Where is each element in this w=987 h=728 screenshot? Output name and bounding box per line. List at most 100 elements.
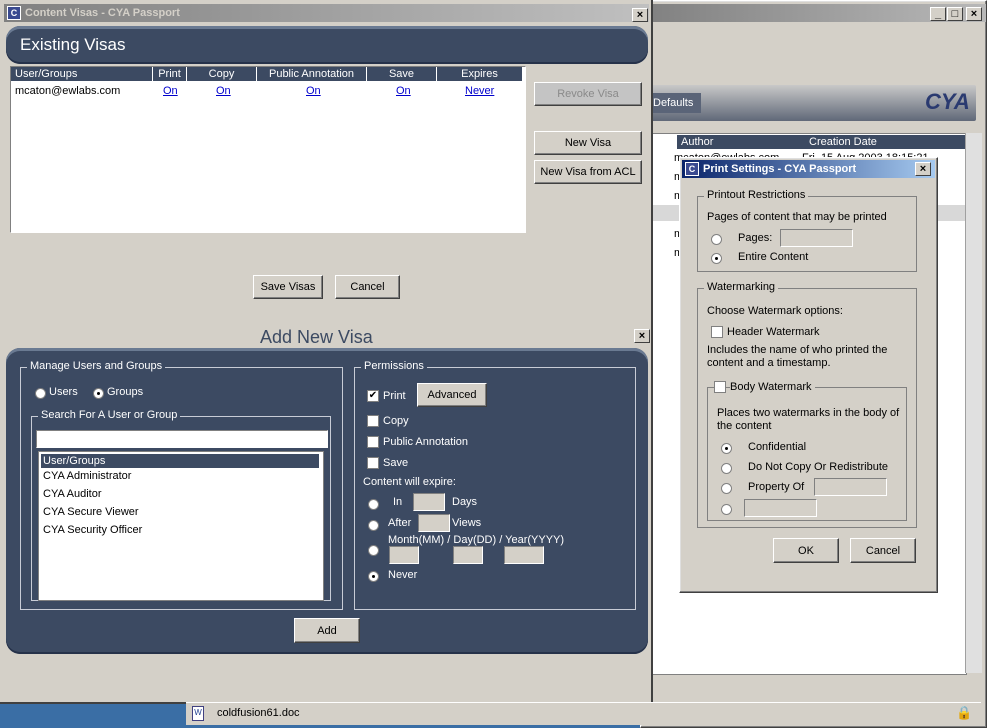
confidential-label: Confidential xyxy=(748,441,807,453)
existing-visas-title: Existing Visas xyxy=(20,35,126,54)
lock-icon: 🔒 xyxy=(956,705,973,720)
col-copy[interactable]: Copy xyxy=(187,67,257,81)
scrollbar[interactable] xyxy=(965,133,982,673)
brand-logo: CYA xyxy=(925,89,970,114)
cell-expires-link[interactable]: Never xyxy=(465,85,494,97)
copy-checkbox[interactable] xyxy=(367,415,379,427)
new-visa-from-acl-button[interactable]: New Visa from ACL xyxy=(534,160,642,184)
custom-watermark-radio[interactable] xyxy=(721,504,732,515)
cancel-button[interactable]: Cancel xyxy=(335,275,400,299)
expire-after-radio[interactable] xyxy=(368,520,379,531)
save-checkbox[interactable] xyxy=(367,457,379,469)
new-visa-button[interactable]: New Visa xyxy=(534,131,642,155)
print-settings-dialog: C Print Settings - CYA Passport × Printo… xyxy=(679,157,938,593)
col-print[interactable]: Print xyxy=(153,67,187,81)
days-label: Days xyxy=(452,496,478,508)
do-not-copy-label: Do Not Copy Or Redistribute xyxy=(748,461,888,473)
status-bar: W coldfusion61.doc 🔒 xyxy=(186,702,981,725)
content-visas-window: C Content Visas - CYA Passport × Existin… xyxy=(0,0,653,704)
days-input[interactable] xyxy=(413,493,445,511)
print-checkbox[interactable]: ✔ xyxy=(367,390,379,402)
search-input[interactable] xyxy=(36,430,328,448)
ok-button[interactable]: OK xyxy=(773,538,839,563)
expire-in-radio[interactable] xyxy=(368,499,379,510)
visas-table: User/Groups Print Copy Public Annotation… xyxy=(10,66,526,233)
year-input[interactable] xyxy=(504,546,544,564)
entire-content-label: Entire Content xyxy=(738,251,809,263)
date-format-label: Month(MM) / Day(DD) / Year(YYYY) xyxy=(388,534,565,546)
views-input[interactable] xyxy=(418,514,450,532)
list-item[interactable]: CYA Auditor xyxy=(43,488,102,500)
body-watermark-fieldset: Body Watermark Places two watermarks in … xyxy=(707,381,907,521)
col-author[interactable]: Author xyxy=(677,135,805,149)
header-description: Includes the name of who printed the con… xyxy=(707,344,888,369)
choose-label: Choose Watermark options: xyxy=(707,305,843,317)
cell-print-link[interactable]: On xyxy=(163,85,178,97)
maximize-button[interactable]: □ xyxy=(947,7,963,21)
watermark-fieldset: Watermarking Choose Watermark options: H… xyxy=(697,281,917,528)
header-watermark-label: Header Watermark xyxy=(727,326,820,338)
existing-visas-header: Existing Visas xyxy=(6,26,648,64)
save-label: Save xyxy=(383,457,409,469)
col-creation-date[interactable]: Creation Date xyxy=(805,135,965,149)
property-of-input[interactable] xyxy=(814,478,887,496)
list-item[interactable]: CYA Administrator xyxy=(43,470,131,482)
entire-content-radio[interactable] xyxy=(711,253,722,264)
tab-defaults[interactable]: Defaults xyxy=(651,93,701,113)
header-watermark-checkbox[interactable] xyxy=(711,326,723,338)
print-close-button[interactable]: × xyxy=(915,162,931,176)
cell-save-link[interactable]: On xyxy=(396,85,411,97)
never-label: Never xyxy=(388,569,418,581)
copy-label: Copy xyxy=(383,415,409,427)
expire-never-radio[interactable] xyxy=(368,571,379,582)
search-fieldset: Search For A User or Group User/Groups C… xyxy=(31,409,331,601)
main-close-button[interactable]: × xyxy=(632,8,648,22)
revoke-visa-button[interactable]: Revoke Visa xyxy=(534,82,642,106)
manage-users-fieldset: Manage Users and Groups Users Groups Sea… xyxy=(20,360,343,610)
document-icon: W xyxy=(192,706,204,721)
month-input[interactable] xyxy=(389,546,419,564)
do-not-copy-radio[interactable] xyxy=(721,463,732,474)
col-save[interactable]: Save xyxy=(367,67,437,81)
views-label: Views xyxy=(452,517,482,529)
save-visas-button[interactable]: Save Visas xyxy=(253,275,323,299)
print-titlebar: C Print Settings - CYA Passport xyxy=(682,160,935,178)
confidential-radio[interactable] xyxy=(721,443,732,454)
print-cancel-button[interactable]: Cancel xyxy=(850,538,916,563)
expire-label: Content will expire: xyxy=(363,476,456,488)
pages-description: Pages of content that may be printed xyxy=(707,211,887,223)
property-of-label: Property Of xyxy=(748,481,805,493)
groups-radio[interactable] xyxy=(93,388,104,399)
cell-copy-link[interactable]: On xyxy=(216,85,231,97)
body-watermark-checkbox[interactable] xyxy=(714,381,726,393)
group-list[interactable]: User/Groups CYA Administrator CYA Audito… xyxy=(38,451,324,601)
expire-date-radio[interactable] xyxy=(368,545,379,556)
manage-users-legend: Manage Users and Groups xyxy=(27,360,166,372)
custom-watermark-input[interactable] xyxy=(744,499,817,517)
add-visa-close-button[interactable]: × xyxy=(634,329,650,343)
day-input[interactable] xyxy=(453,546,483,564)
users-radio[interactable] xyxy=(35,388,46,399)
close-button[interactable]: × xyxy=(966,7,982,21)
minimize-button[interactable]: _ xyxy=(930,7,946,21)
app-icon: C xyxy=(685,162,699,176)
list-header[interactable]: User/Groups xyxy=(41,454,319,468)
table-row[interactable]: mcaton@ewlabs.com On On On On Never xyxy=(11,83,523,99)
restrictions-fieldset: Printout Restrictions Pages of content t… xyxy=(697,189,917,272)
list-item[interactable]: CYA Secure Viewer xyxy=(43,506,139,518)
public-annotation-checkbox[interactable] xyxy=(367,436,379,448)
advanced-button[interactable]: Advanced xyxy=(417,383,487,407)
list-item[interactable]: CYA Security Officer xyxy=(43,524,142,536)
pages-radio[interactable] xyxy=(711,234,722,245)
col-expires[interactable]: Expires xyxy=(437,67,523,81)
users-label: Users xyxy=(49,386,78,398)
file-name: coldfusion61.doc xyxy=(217,707,300,719)
body-watermark-label: Body Watermark xyxy=(730,381,815,393)
col-public-annotation[interactable]: Public Annotation xyxy=(257,67,367,81)
pages-input[interactable] xyxy=(780,229,853,247)
add-button[interactable]: Add xyxy=(294,618,360,643)
col-user-groups[interactable]: User/Groups xyxy=(11,67,153,81)
after-label: After xyxy=(388,517,412,529)
cell-annotation-link[interactable]: On xyxy=(306,85,321,97)
property-of-radio[interactable] xyxy=(721,483,732,494)
